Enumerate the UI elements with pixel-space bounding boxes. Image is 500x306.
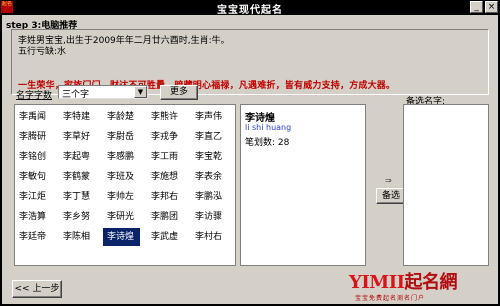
name-cell[interactable]: 李浩算 (15, 208, 52, 226)
name-length-label: 名字字数 (16, 91, 53, 101)
watermark-brand: YIMII起名網 (349, 272, 458, 293)
name-cell[interactable]: 李尉岳 (103, 128, 140, 146)
name-cell[interactable]: 李邦右 (147, 188, 184, 206)
name-grid[interactable]: 李禹闻 李特建 李龄楚 李熊许 李声伟 李腾研 李草好 李尉岳 李戎争 李直乙 李铭创 李起粤 李感鹏李… (14, 104, 236, 266)
chevron-down-icon[interactable]: ▼ (134, 86, 147, 98)
name-row: 李敏句 李鹤蒙 李班及 李施想 李表余 (15, 168, 235, 186)
name-cell[interactable]: 李乡努 (59, 208, 96, 226)
name-cell[interactable]: 李丁慧 (59, 188, 96, 206)
name-row: 李江炬 李丁慧 李帅左 李邦右 李鹏泓 (15, 188, 235, 206)
name-cell[interactable]: 李敏句 (15, 168, 52, 186)
minimize-button[interactable]: _ (470, 1, 483, 13)
name-cell[interactable]: 李诗煌 (103, 228, 140, 246)
name-cell[interactable]: 李鹏泓 (191, 188, 228, 206)
name-cell[interactable]: 李声伟 (191, 108, 228, 126)
more-button[interactable]: 更多 (160, 85, 198, 100)
name-row: 李浩算 李乡努 李研光 李鹏团 李访骤 (15, 208, 235, 226)
name-cell[interactable]: 李访骤 (191, 208, 228, 226)
close-button[interactable]: × (485, 1, 498, 13)
main-window: step 3:电脑推荐 李姓男宝宝,出生于2009年年二月廿六酉时,生肖:牛。 … (2, 15, 498, 304)
window-title: 宝宝现代起名 (217, 5, 283, 16)
wuxing-info: 五行亏缺:水 (18, 47, 67, 57)
name-cell[interactable]: 李鹏团 (147, 208, 184, 226)
add-to-backup-button[interactable]: 备选 (376, 188, 406, 204)
detail-name: 李诗煌 (245, 113, 275, 124)
name-cell[interactable]: 李草好 (59, 128, 96, 146)
name-cell[interactable]: 李铭创 (15, 148, 52, 166)
watermark-tagline: 宝宝免费起名测名门户 (355, 295, 426, 302)
name-cell[interactable]: 李施想 (147, 168, 184, 186)
site-watermark: YIMII起名網 宝宝免费起名测名门户 (343, 267, 491, 304)
name-cell[interactable]: 李起粤 (59, 148, 96, 166)
name-cell[interactable]: 李研光 (103, 208, 140, 226)
name-cell[interactable]: 李直乙 (191, 128, 228, 146)
backup-name-list[interactable] (403, 104, 489, 266)
name-cell[interactable]: 李江炬 (15, 188, 52, 206)
name-cell[interactable]: 李表余 (191, 168, 228, 186)
name-cell[interactable]: 李村右 (191, 228, 228, 246)
name-cell[interactable]: 李感鹏 (103, 148, 140, 166)
name-row: 李禹闻 李特建 李龄楚 李熊许 李声伟 (15, 108, 235, 126)
name-row: 李铭创 李起粤 李感鹏 李工雨 李宝乾 (15, 148, 235, 166)
arrow-right-icon: ⇒ (385, 176, 392, 185)
name-cell[interactable]: 李宝乾 (191, 148, 228, 166)
name-length-select[interactable]: 三个字 ▼ (58, 85, 148, 100)
name-cell[interactable]: 李龄楚 (103, 108, 140, 126)
name-cell[interactable]: 李工雨 (147, 148, 184, 166)
name-cell[interactable]: 李特建 (59, 108, 96, 126)
name-cell[interactable]: 李熊许 (147, 108, 184, 126)
name-row: 李廷帝 李陈相 李诗煌 李武虚 李村右 (15, 228, 235, 246)
name-cell[interactable]: 李廷帝 (15, 228, 52, 246)
name-detail-panel: 李诗煌 li shi huang 笔划数: 28 (240, 104, 366, 266)
name-cell[interactable]: 李武虚 (147, 228, 184, 246)
detail-strokes: 笔划数: 28 (245, 138, 290, 148)
name-cell[interactable]: 李陈相 (59, 228, 96, 246)
name-cell[interactable]: 李禹闻 (15, 108, 52, 126)
name-cell[interactable]: 李腾研 (15, 128, 52, 146)
name-length-value: 三个字 (62, 90, 90, 100)
back-button[interactable]: << 上一步 (12, 280, 62, 298)
title-bar: 起名 宝宝现代起名 _ × (0, 0, 500, 16)
name-cell[interactable]: 李帅左 (103, 188, 140, 206)
detail-pinyin: li shi huang (245, 123, 292, 132)
name-cell[interactable]: 李班及 (103, 168, 140, 186)
name-cell[interactable]: 李鹤蒙 (59, 168, 96, 186)
name-cell[interactable]: 李戎争 (147, 128, 184, 146)
window-controls: _ × (470, 1, 498, 13)
name-row: 李腾研 李草好 李尉岳 李戎争 李直乙 (15, 128, 235, 146)
